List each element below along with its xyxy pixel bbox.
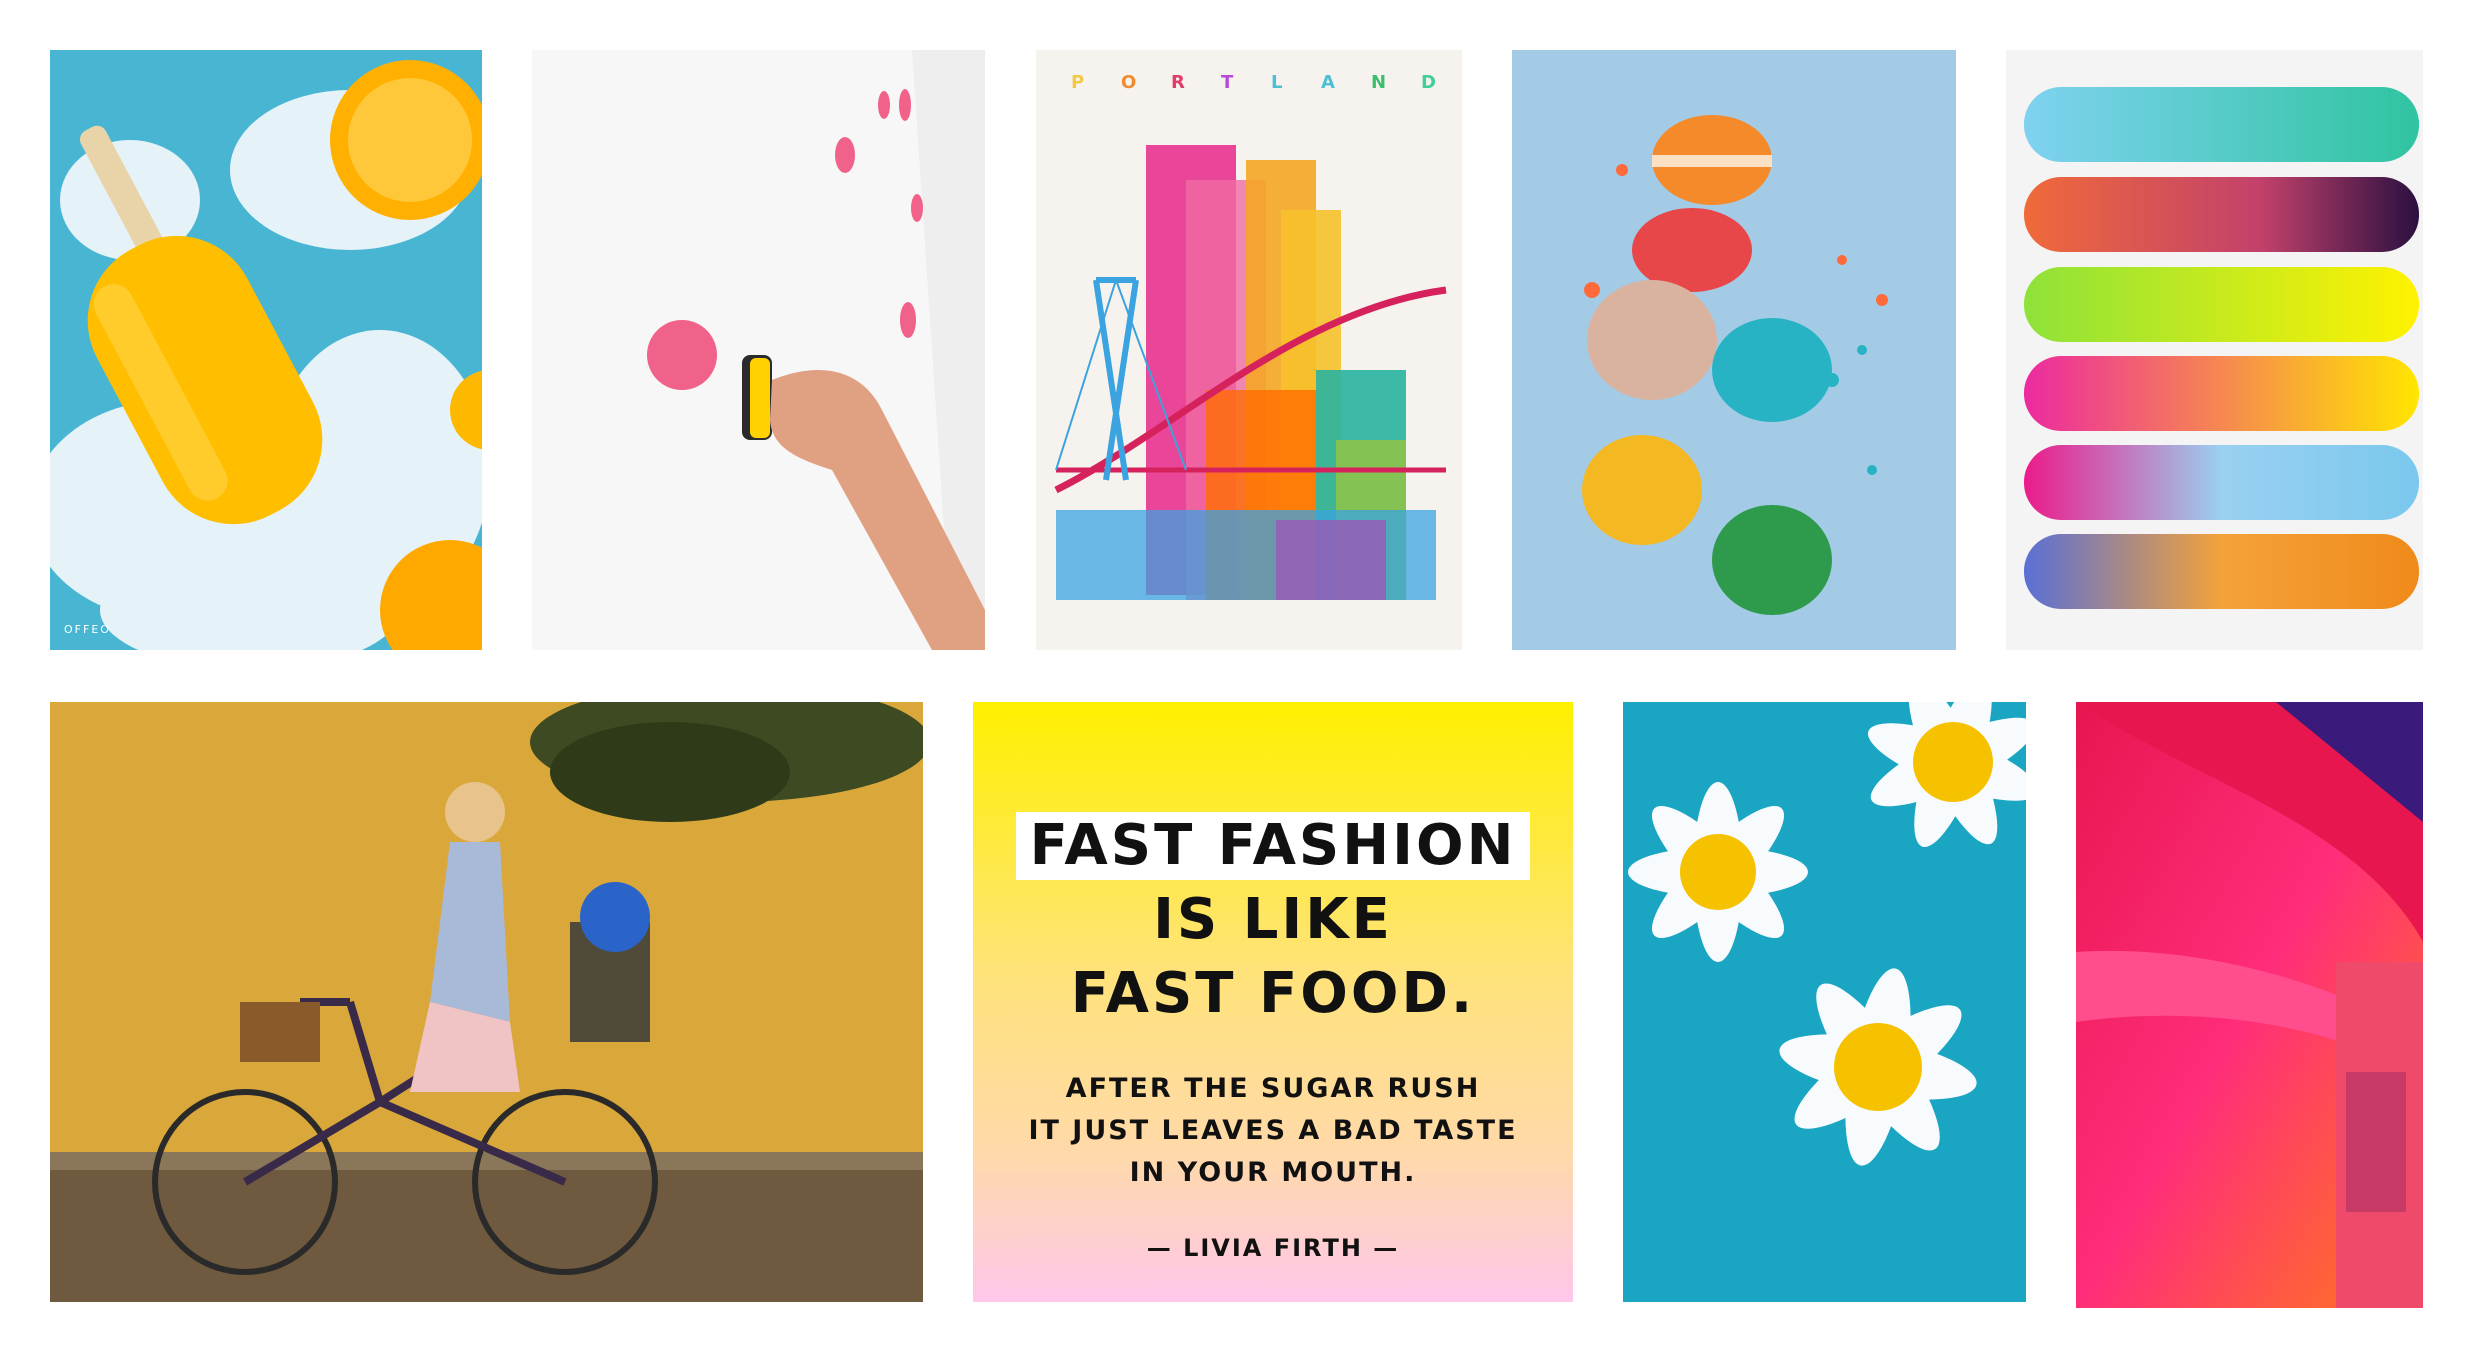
portland-poster[interactable]: P O R T L A N D [1036,50,1462,650]
poster-letter-l: L [1271,72,1282,93]
offeo-logo-text: OFFEO [64,623,111,636]
poster-letter-p: P [1071,72,1084,93]
poster-letter-r: R [1171,72,1185,93]
macarons-image[interactable] [1512,50,1956,650]
popsicle-image[interactable]: OFFEO [50,50,482,650]
poster-letter-a: A [1321,72,1335,93]
daisies-illustration [1623,702,2026,1302]
poster-letter-t: T [1221,72,1234,93]
poster-letter-n: N [1371,72,1386,93]
macarons-illustration [1512,50,1956,650]
popsicle-illustration [50,50,482,650]
hand-sponge-illustration [532,50,985,650]
quote-headline-line-1: FAST FASHION [1015,812,1531,880]
fast-fashion-quote-card[interactable]: FAST FASHION IS LIKE FAST FOOD. AFTER TH… [973,702,1573,1302]
pink-architecture-image[interactable] [2076,702,2423,1308]
daisies-image[interactable] [1623,702,2026,1302]
quote-headline-line-2: IS LIKE [1153,887,1393,952]
poster-letter-o: O [1121,72,1136,93]
quote-subtext-line-3: IN YOUR MOUTH. [1129,1157,1417,1188]
portland-illustration: P O R T L A N D [1036,50,1462,650]
gradient-bars-poster[interactable] [2006,50,2423,650]
quote-subtext-line-1: AFTER THE SUGAR RUSH [1065,1073,1481,1104]
quote-headline: FAST FASHION IS LIKE FAST FOOD. [1015,812,1531,1028]
gradient-bars-illustration [2006,50,2423,650]
quote-subtext-line-2: IT JUST LEAVES A BAD TASTE [1028,1115,1518,1146]
bicycle-photo[interactable] [50,702,923,1302]
poster-letter-d: D [1421,72,1436,93]
quote-headline-line-3: FAST FOOD. [1070,961,1476,1026]
quote-author: — LIVIA FIRTH — [1146,1234,1400,1262]
pink-architecture-illustration [2076,702,2423,1308]
quote-subtext: AFTER THE SUGAR RUSH IT JUST LEAVES A BA… [1028,1068,1517,1194]
bicycle-illustration [50,702,923,1302]
hand-sponge-image[interactable] [532,50,985,650]
